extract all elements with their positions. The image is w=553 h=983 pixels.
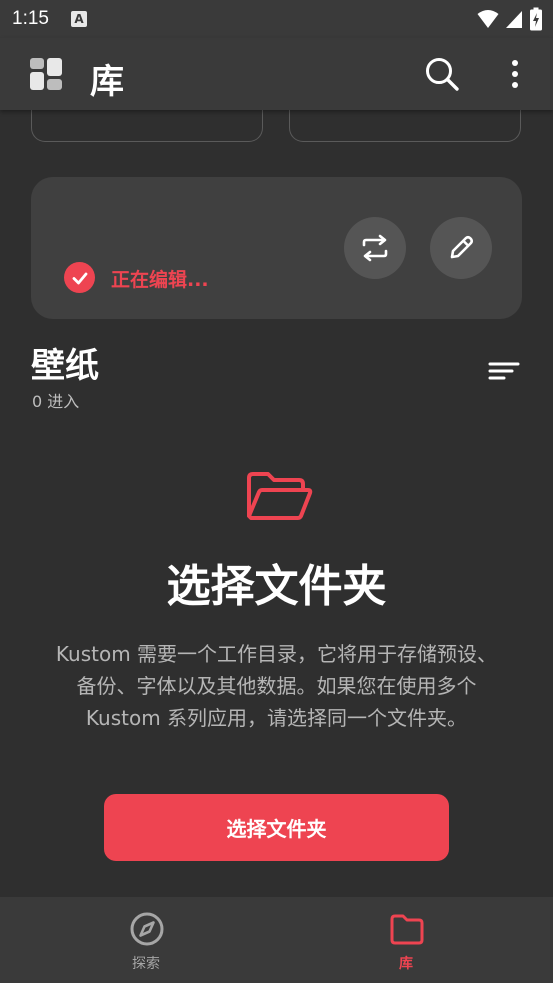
item-count: 0 进入 — [32, 392, 80, 411]
search-icon[interactable] — [424, 56, 460, 92]
bottom-nav: 探索 库 — [0, 897, 553, 983]
nav-item-library[interactable]: 库 — [268, 897, 544, 983]
status-icons — [477, 7, 543, 31]
nav-item-explore[interactable]: 探索 — [8, 897, 284, 983]
page-title: 库 — [90, 62, 124, 102]
wifi-icon — [477, 10, 499, 28]
swap-icon — [362, 234, 388, 262]
sort-icon[interactable] — [488, 360, 520, 384]
compass-icon — [130, 912, 164, 946]
editing-status-text: 正在编辑... — [111, 269, 209, 291]
folder-open-icon — [247, 472, 313, 520]
notification-a-icon: A — [70, 11, 87, 27]
battery-charging-icon — [530, 7, 542, 31]
app-bar: 库 — [0, 38, 553, 110]
app-logo-icon[interactable] — [30, 58, 62, 90]
swap-button[interactable] — [344, 217, 406, 279]
more-vert-icon[interactable] — [505, 58, 525, 90]
status-bar: 1:15 A — [0, 0, 553, 38]
edit-button[interactable] — [430, 217, 492, 279]
nav-label-library: 库 — [399, 956, 413, 972]
section-title: 壁纸 — [31, 346, 99, 386]
empty-state-description: Kustom 需要一个工作目录，它将用于存储预设、备份、字体以及其他数据。如果您… — [55, 642, 498, 730]
editing-card[interactable]: 正在编辑... — [31, 177, 522, 319]
pencil-icon — [450, 235, 474, 259]
empty-state-title: 选择文件夹 — [166, 561, 387, 612]
check-circle-icon — [64, 262, 95, 293]
status-time: 1:15 — [12, 8, 49, 29]
folder-icon — [390, 914, 424, 945]
signal-icon — [506, 11, 522, 28]
app-screen: 1:15 A 库 正在编辑... 壁纸 0 进入 选择文件夹 Kustom 需要… — [0, 0, 553, 983]
select-folder-button[interactable]: 选择文件夹 — [104, 794, 449, 861]
nav-label-explore: 探索 — [132, 956, 160, 972]
